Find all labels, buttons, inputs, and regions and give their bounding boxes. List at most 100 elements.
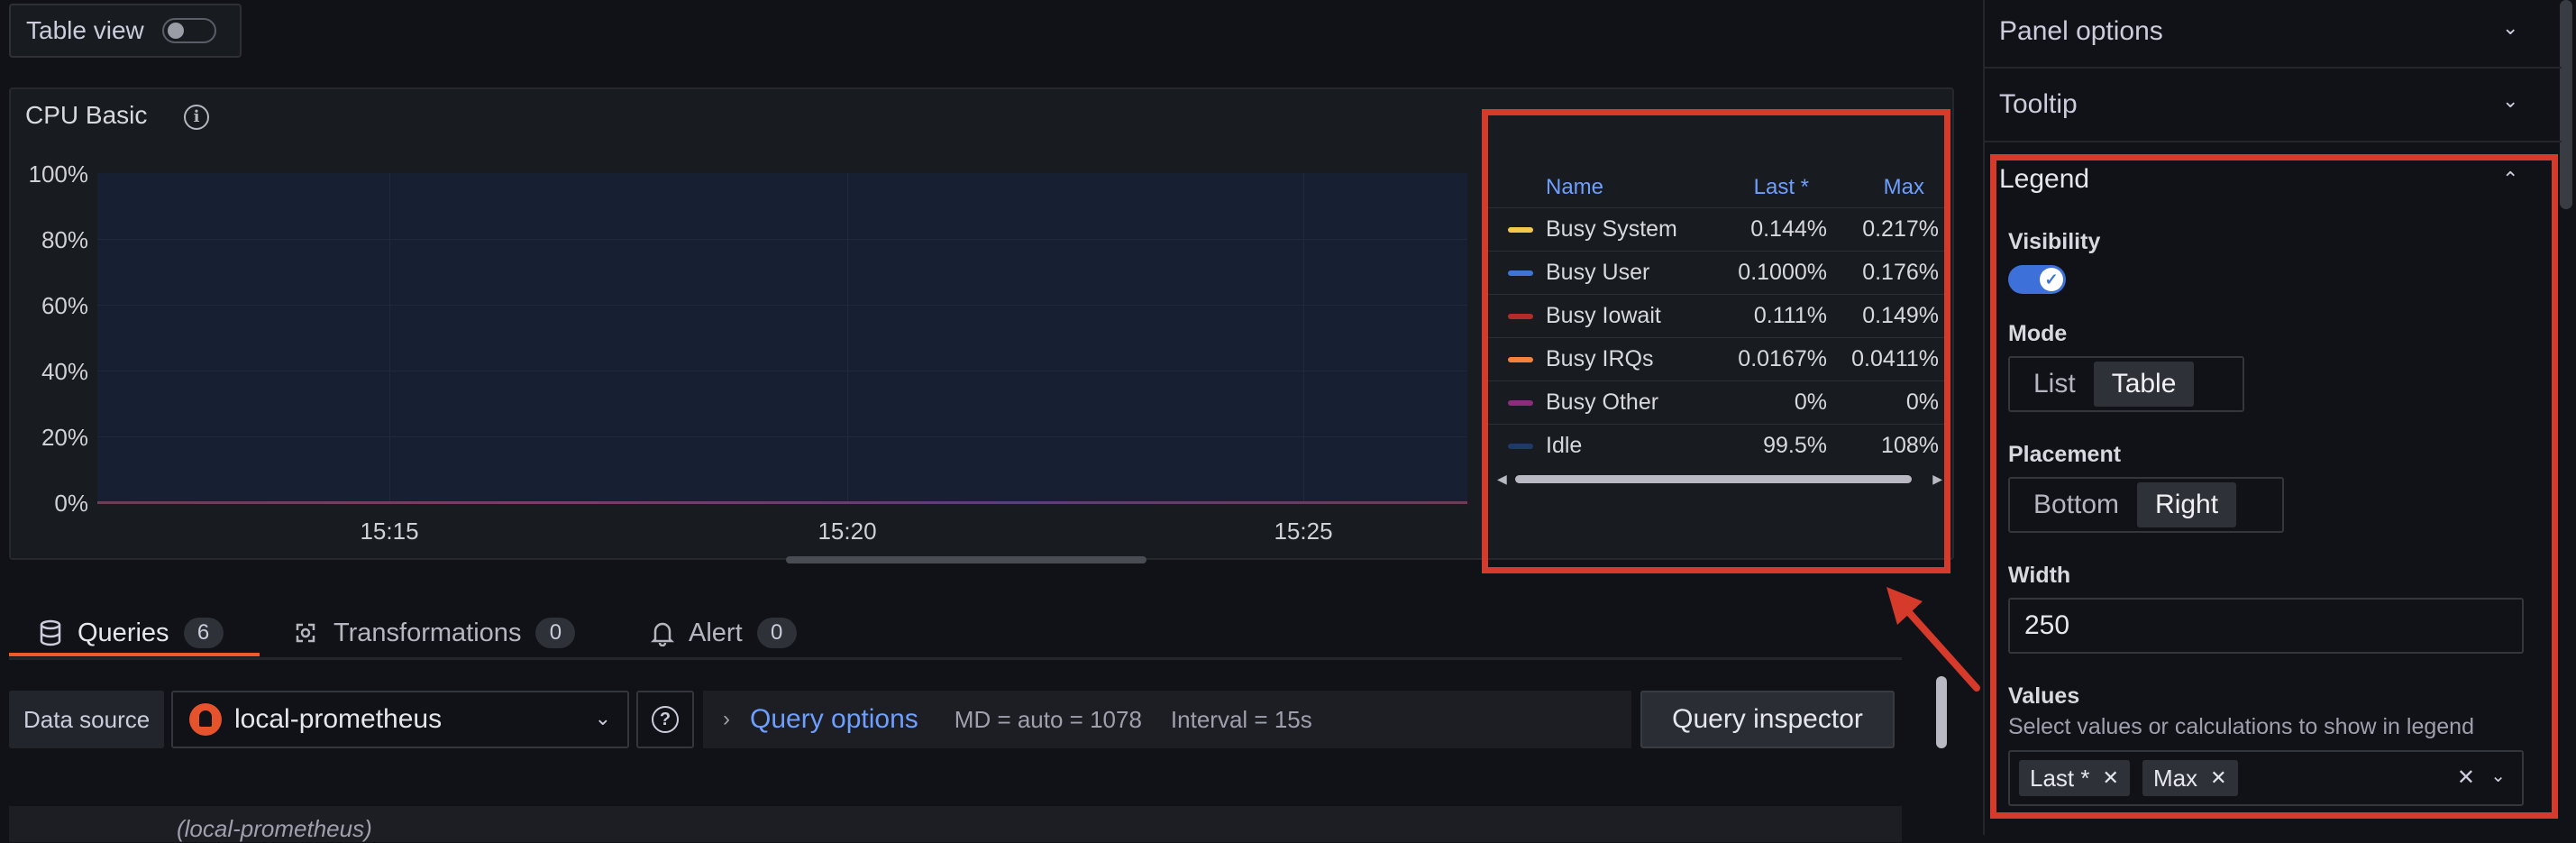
- transform-icon: [296, 623, 315, 643]
- placement-option-right[interactable]: Right: [2137, 482, 2237, 527]
- legend-row[interactable]: Busy IRQs 0.0167% 0.0411%: [1488, 337, 1944, 380]
- values-description: Select values or calculations to show in…: [2008, 714, 2474, 739]
- y-tick-label: 20%: [41, 424, 88, 451]
- query-options-row[interactable]: › Query options MD = auto = 1078 Interva…: [703, 691, 1631, 748]
- series-color-swatch: [1508, 444, 1533, 449]
- width-label: Width: [2008, 563, 2071, 588]
- chevron-down-icon[interactable]: ⌄: [2502, 16, 2518, 40]
- x-tick-label: 15:25: [1274, 518, 1333, 545]
- legend-row[interactable]: Busy User 0.1000% 0.176%: [1488, 251, 1944, 294]
- series-name: Busy Other: [1546, 389, 1659, 415]
- series-last: 0.0167%: [1738, 346, 1827, 371]
- data-source-value: local-prometheus: [234, 704, 443, 734]
- values-label: Values: [2008, 683, 2080, 709]
- series-color-swatch: [1508, 357, 1533, 362]
- tab-transformations[interactable]: Transformations 0: [292, 608, 576, 658]
- legend-col-max[interactable]: Max: [1884, 175, 1924, 200]
- series-max: 0.176%: [1862, 260, 1939, 285]
- series-last: 0.144%: [1750, 216, 1827, 242]
- mode-label: Mode: [2008, 321, 2068, 346]
- y-tick-label: 100%: [28, 160, 89, 188]
- value-chip: Last * ✕: [2019, 760, 2130, 796]
- series-name: Busy User: [1546, 260, 1650, 285]
- tab-queries[interactable]: Queries 6: [38, 608, 224, 658]
- legend-row[interactable]: Idle 99.5% 108%: [1488, 424, 1944, 467]
- visibility-toggle[interactable]: ✓: [2008, 265, 2066, 294]
- values-multiselect[interactable]: Last * ✕ Max ✕ ✕ ⌄: [2008, 750, 2524, 806]
- query-inspector-button[interactable]: Query inspector: [1640, 691, 1895, 748]
- legend-col-last[interactable]: Last *: [1754, 175, 1809, 200]
- scroll-left-icon[interactable]: ◀: [1497, 472, 1507, 487]
- placement-label: Placement: [2008, 442, 2122, 467]
- panel-resize-handle[interactable]: [786, 556, 1146, 564]
- query-options-label[interactable]: Query options: [750, 704, 918, 735]
- info-icon[interactable]: i: [184, 105, 209, 130]
- series-lines: [97, 501, 1467, 504]
- placement-radio-group: Bottom Right: [2008, 477, 2284, 533]
- table-view-switch[interactable]: [161, 18, 216, 43]
- help-icon: ?: [652, 706, 679, 733]
- x-tick-label: 15:20: [818, 518, 877, 545]
- y-tick-label: 40%: [41, 358, 88, 385]
- time-series-plot-area: [97, 173, 1467, 503]
- series-name: Busy IRQs: [1546, 346, 1654, 371]
- tab-label: Alert: [689, 618, 743, 647]
- series-max: 0.217%: [1862, 216, 1939, 242]
- legend-row[interactable]: Busy Other 0% 0%: [1488, 380, 1944, 424]
- annotation-arrow-icon: [1886, 587, 1980, 692]
- tooltip-header[interactable]: Tooltip: [1999, 89, 2078, 120]
- check-icon: ✓: [2040, 268, 2063, 291]
- series-max: 108%: [1881, 433, 1939, 458]
- interval-info: Interval = 15s: [1170, 705, 1312, 733]
- chevron-right-icon: ›: [723, 707, 730, 731]
- legend-horizontal-scrollbar[interactable]: ◀ ▶: [1497, 471, 1942, 487]
- y-tick-label: 0%: [54, 490, 88, 517]
- legend-col-name[interactable]: Name: [1546, 175, 1603, 200]
- grid-line: [1303, 173, 1304, 503]
- chevron-down-icon[interactable]: ⌄: [2490, 765, 2506, 787]
- count-badge: 0: [756, 618, 797, 648]
- remove-chip-icon[interactable]: ✕: [2103, 766, 2119, 790]
- queries-scrollbar[interactable]: [1936, 676, 1947, 748]
- data-source-help-button[interactable]: ?: [636, 691, 694, 748]
- grid-line: [389, 173, 390, 503]
- legend-row[interactable]: Busy Iowait 0.111% 0.149%: [1488, 294, 1944, 337]
- table-view-label: Table view: [26, 16, 144, 44]
- legend-header[interactable]: Legend: [1999, 164, 2089, 195]
- chevron-down-icon: ⌄: [594, 707, 611, 729]
- series-last: 99.5%: [1763, 433, 1827, 458]
- series-color-swatch: [1508, 400, 1533, 406]
- data-source-select[interactable]: local-prometheus ⌄: [171, 691, 629, 748]
- mode-option-table[interactable]: Table: [2093, 362, 2195, 407]
- options-scrollbar[interactable]: [2560, 0, 2572, 209]
- legend-table: Name Last * Max Busy System 0.144% 0.217…: [1482, 109, 1950, 573]
- bell-icon: [651, 622, 674, 646]
- data-source-label: Data source: [9, 691, 164, 748]
- y-tick-label: 60%: [41, 292, 88, 319]
- series-name: Busy System: [1546, 216, 1677, 242]
- remove-chip-icon[interactable]: ✕: [2210, 766, 2226, 790]
- clear-all-icon[interactable]: ✕: [2457, 765, 2475, 791]
- width-input[interactable]: 250: [2008, 598, 2524, 654]
- legend-row[interactable]: Busy System 0.144% 0.217%: [1488, 207, 1944, 251]
- series-max: 0.149%: [1862, 303, 1939, 328]
- section-divider: [1985, 141, 2562, 142]
- mode-option-list[interactable]: List: [2015, 362, 2094, 407]
- placement-option-bottom[interactable]: Bottom: [2015, 482, 2137, 527]
- table-view-toggle[interactable]: Table view: [9, 4, 242, 58]
- tab-alert[interactable]: Alert 0: [651, 608, 797, 658]
- value-chip: Max ✕: [2142, 760, 2238, 796]
- chevron-up-icon[interactable]: ⌃: [2502, 168, 2518, 191]
- series-color-swatch: [1508, 314, 1533, 319]
- panel-options-header[interactable]: Panel options: [1999, 16, 2163, 47]
- query-row-header[interactable]: (local-prometheus): [9, 806, 1902, 842]
- chevron-down-icon[interactable]: ⌄: [2502, 89, 2518, 113]
- pane-divider[interactable]: [1983, 0, 1985, 835]
- scroll-right-icon[interactable]: ▶: [1932, 472, 1942, 487]
- series-max: 0%: [1905, 389, 1939, 415]
- md-info: MD = auto = 1078: [954, 705, 1142, 733]
- chip-label: Last *: [2030, 764, 2090, 792]
- prometheus-icon: [189, 703, 222, 736]
- count-badge: 6: [183, 618, 224, 648]
- series-color-swatch: [1508, 270, 1533, 276]
